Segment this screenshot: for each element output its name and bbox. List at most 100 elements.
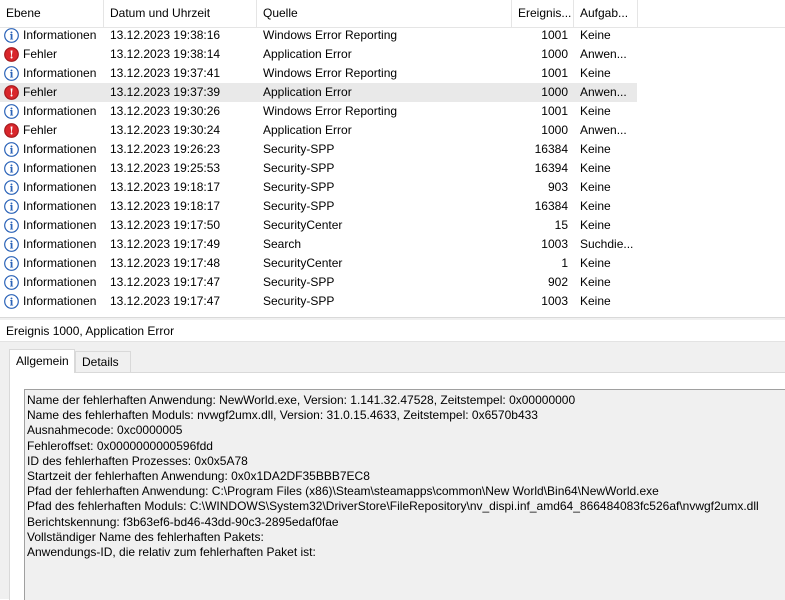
cell-event-id: 1001 (541, 66, 568, 80)
level-label: Informationen (23, 218, 97, 232)
cell-event-id: 1003 (541, 237, 568, 251)
cell-event-id: 15 (554, 218, 568, 232)
message-line: Name des fehlerhaften Moduls: nvwgf2umx.… (27, 408, 538, 423)
column-header-level[interactable]: Ebene (0, 0, 104, 27)
column-header-source[interactable]: Quelle (257, 0, 512, 27)
cell-task: Keine (580, 161, 611, 175)
cell-level: i Informationen (4, 26, 104, 45)
level-label: Fehler (23, 47, 58, 61)
level-label: Fehler (23, 85, 58, 99)
level-label: Informationen (23, 142, 97, 156)
table-row[interactable]: i Informationen 13.12.2023 19:37:41 Windows… (0, 64, 637, 83)
svg-text:i: i (10, 222, 14, 233)
cell-level: ! Fehler (4, 121, 104, 140)
cell-source: Search (263, 237, 302, 251)
table-row[interactable]: i Informationen 13.12.2023 19:17:49 Search 1… (0, 235, 637, 254)
cell-task: Anwen... (580, 47, 627, 61)
info-icon: i (4, 256, 19, 271)
message-line: Pfad der fehlerhaften Anwendung: C:\Prog… (27, 484, 659, 499)
cell-datetime: 13.12.2023 19:18:17 (110, 180, 221, 194)
cell-datetime: 13.12.2023 19:25:53 (110, 161, 221, 175)
cell-task: Keine (580, 66, 611, 80)
tab-allgemein[interactable]: Allgemein (9, 349, 75, 373)
cell-level: i Informationen (4, 197, 104, 216)
cell-level: i Informationen (4, 102, 104, 121)
message-line: Name der fehlerhaften Anwendung: NewWorl… (27, 393, 576, 407)
error-icon: ! (4, 47, 19, 62)
cell-task: Anwen... (580, 123, 627, 137)
cell-source: SecurityCenter (263, 256, 343, 270)
info-icon: i (4, 294, 19, 309)
cell-source: Security-SPP (263, 294, 335, 308)
cell-level: ! Fehler (4, 45, 104, 64)
cell-event-id: 902 (547, 275, 568, 289)
cell-level: i Informationen (4, 140, 104, 159)
info-icon: i (4, 275, 19, 290)
svg-text:i: i (10, 32, 14, 43)
level-label: Informationen (23, 66, 97, 80)
message-line: Ausnahmecode: 0xc0000005 (27, 423, 183, 438)
cell-datetime: 13.12.2023 19:37:39 (110, 85, 221, 99)
cell-datetime: 13.12.2023 19:17:47 (110, 275, 221, 289)
error-icon: ! (4, 85, 19, 100)
column-header-datetime[interactable]: Datum und Uhrzeit (104, 0, 257, 27)
table-row[interactable]: i Informationen 13.12.2023 19:26:23 Securit… (0, 140, 637, 159)
table-row[interactable]: i Informationen 13.12.2023 19:17:50 Securit… (0, 216, 637, 235)
cell-datetime: 13.12.2023 19:17:49 (110, 237, 221, 251)
level-label: Informationen (23, 161, 97, 175)
cell-source: SecurityCenter (263, 218, 343, 232)
cell-level: i Informationen (4, 159, 104, 178)
message-line: ID des fehlerhaften Prozesses: 0x0x5A78 (27, 453, 248, 468)
table-row[interactable]: ! Fehler 13.12.2023 19:38:14 Application Er… (0, 45, 637, 64)
cell-task: Keine (580, 104, 611, 118)
cell-datetime: 13.12.2023 19:26:23 (110, 142, 221, 156)
table-row[interactable]: i Informationen 13.12.2023 19:30:26 Windows… (0, 102, 637, 121)
table-row[interactable]: i Informationen 13.12.2023 19:38:16 Windows… (0, 26, 637, 45)
table-row[interactable]: i Informationen 13.12.2023 19:17:47 Securit… (0, 273, 637, 292)
message-line: Fehleroffset: 0x0000000000596fdd (27, 438, 213, 453)
svg-text:i: i (10, 70, 14, 81)
table-row[interactable]: i Informationen 13.12.2023 19:18:17 Securit… (0, 178, 637, 197)
table-row[interactable]: ! Fehler 13.12.2023 19:30:24 Application Er… (0, 121, 637, 140)
column-header-task[interactable]: Aufgab... (574, 0, 638, 27)
cell-task: Keine (580, 256, 611, 270)
event-list[interactable]: Ebene Datum und Uhrzeit Quelle Ereignis.… (0, 0, 785, 317)
table-row[interactable]: i Informationen 13.12.2023 19:25:53 Securit… (0, 159, 637, 178)
cell-source: Windows Error Reporting (263, 104, 398, 118)
table-row[interactable]: i Informationen 13.12.2023 19:17:47 Securit… (0, 292, 637, 311)
svg-text:i: i (10, 260, 14, 271)
tab-details[interactable]: Details (75, 351, 131, 372)
cell-event-id: 1001 (541, 104, 568, 118)
cell-event-id: 903 (547, 180, 568, 194)
cell-task: Suchdie... (580, 237, 634, 251)
table-row[interactable]: i Informationen 13.12.2023 19:17:48 Securit… (0, 254, 637, 273)
cell-source: Security-SPP (263, 199, 335, 213)
table-row[interactable]: ! Fehler 13.12.2023 19:37:39 Application Er… (0, 83, 637, 102)
info-icon: i (4, 104, 19, 119)
svg-text:i: i (10, 165, 14, 176)
cell-task: Keine (580, 199, 611, 213)
info-icon: i (4, 142, 19, 157)
table-row[interactable]: i Informationen 13.12.2023 19:18:17 Securit… (0, 197, 637, 216)
column-header-event-id[interactable]: Ereignis... (512, 0, 574, 27)
event-message-box[interactable]: Name der fehlerhaften Anwendung: NewWorl… (24, 389, 785, 600)
event-rows: i Informationen 13.12.2023 19:38:16 Windows… (0, 26, 785, 311)
cell-event-id: 1000 (541, 47, 568, 61)
level-label: Informationen (23, 237, 97, 251)
cell-level: i Informationen (4, 254, 104, 273)
cell-level: i Informationen (4, 235, 104, 254)
level-label: Informationen (23, 256, 97, 270)
cell-event-id: 1 (561, 256, 568, 270)
svg-text:i: i (10, 184, 14, 195)
cell-source: Security-SPP (263, 275, 335, 289)
level-label: Informationen (23, 199, 97, 213)
level-label: Informationen (23, 28, 97, 42)
cell-event-id: 16394 (534, 161, 568, 175)
level-label: Informationen (23, 104, 97, 118)
cell-event-id: 16384 (534, 199, 568, 213)
info-icon: i (4, 180, 19, 195)
level-label: Informationen (23, 180, 97, 194)
message-line: Pfad des fehlerhaften Moduls: C:\WINDOWS… (27, 499, 759, 514)
svg-text:!: ! (9, 49, 14, 62)
cell-task: Keine (580, 218, 611, 232)
